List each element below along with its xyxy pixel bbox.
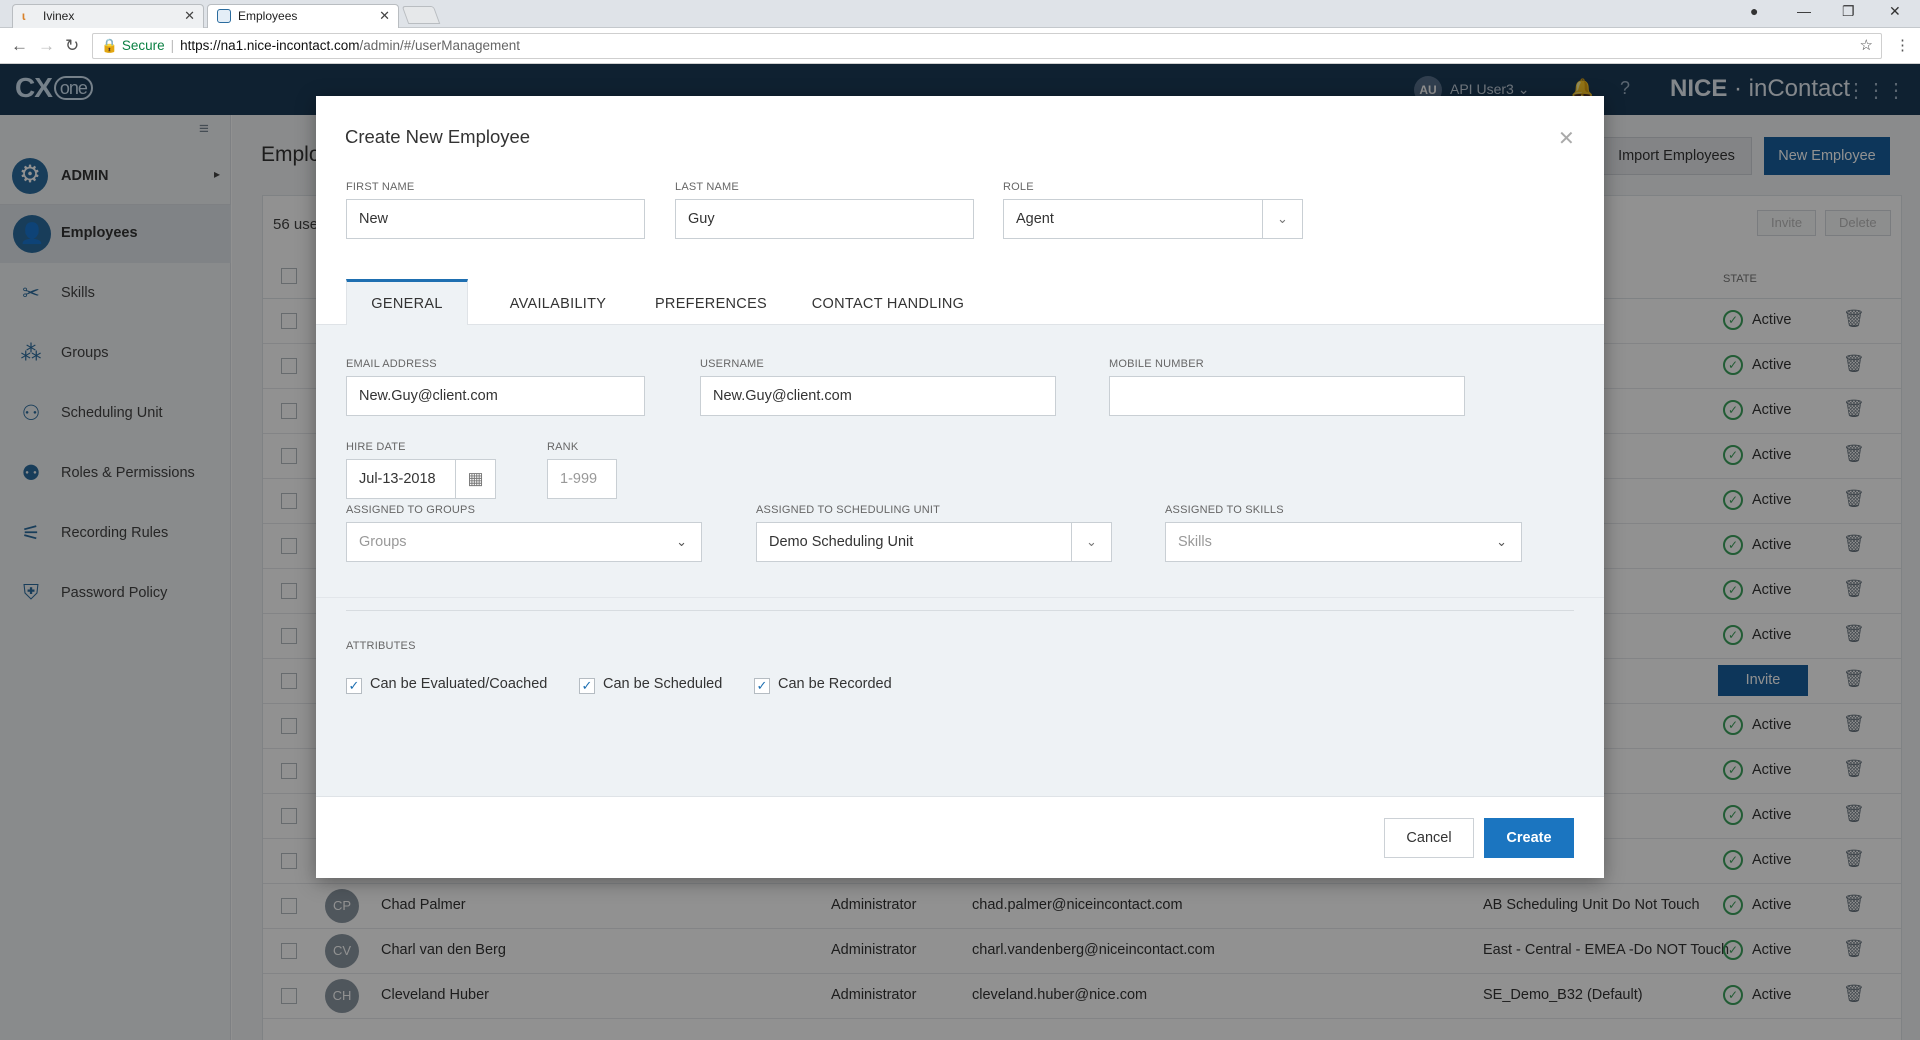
url-host: https://na1.nice-incontact.com [180, 38, 360, 53]
skills-select[interactable]: Skills ⌄ [1165, 522, 1522, 562]
browser-menu-icon[interactable]: ⋮ [1895, 36, 1910, 54]
bookmark-star-icon[interactable]: ☆ [1860, 34, 1873, 58]
browser-tab-employees[interactable]: Employees ✕ [207, 4, 399, 28]
tab-general[interactable]: GENERAL [346, 279, 468, 326]
new-tab-button[interactable] [401, 6, 441, 24]
profile-icon[interactable]: ● [1750, 3, 1758, 19]
mobile-label: MOBILE NUMBER [1109, 358, 1204, 370]
groups-placeholder: Groups [359, 534, 407, 550]
close-tab-icon[interactable]: ✕ [379, 5, 390, 27]
close-tab-icon[interactable]: ✕ [184, 5, 195, 27]
chevron-down-icon[interactable]: ⌄ [1071, 523, 1111, 561]
tab-availability[interactable]: AVAILABILITY [492, 279, 624, 326]
close-icon[interactable]: ✕ [1558, 126, 1575, 151]
cloud-favicon-icon [217, 9, 231, 23]
last-name-field[interactable]: Guy [675, 199, 974, 239]
rank-label: RANK [547, 441, 579, 453]
address-bar: ← → ↻ 🔒 Secure | https://na1.nice-incontact… [0, 28, 1920, 64]
modal-title: Create New Employee [345, 126, 531, 147]
first-name-label: FIRST NAME [346, 181, 415, 193]
window-close-icon[interactable]: ✕ [1889, 3, 1901, 20]
modal-footer: Cancel Create [316, 796, 1604, 878]
attributes-label: ATTRIBUTES [346, 640, 416, 652]
url-path: /admin/#/userManagement [359, 38, 521, 53]
modal-tabs: GENERAL AVAILABILITY PREFERENCES CONTACT… [316, 279, 1604, 326]
scheduling-unit-value: Demo Scheduling Unit [769, 534, 914, 550]
groups-select[interactable]: Groups ⌄ [346, 522, 702, 562]
tab-title: Employees [238, 9, 298, 23]
minimize-icon[interactable]: — [1797, 3, 1811, 19]
url-input[interactable]: 🔒 Secure | https://na1.nice-incontact.com/a… [92, 33, 1882, 59]
attr-evaluated-checkbox[interactable]: ✓ Can be Evaluated/Coached [346, 676, 547, 694]
username-field[interactable]: New.Guy@client.com [700, 376, 1056, 416]
create-employee-modal: Create New Employee ✕ FIRST NAME New LAS… [316, 96, 1604, 878]
email-field[interactable]: New.Guy@client.com [346, 376, 645, 416]
role-select[interactable]: Agent ⌄ [1003, 199, 1303, 239]
groups-label: ASSIGNED TO GROUPS [346, 504, 476, 516]
lock-icon: 🔒 [101, 38, 118, 53]
ivinex-favicon-icon: ɩ [22, 9, 26, 23]
forward-arrow-icon[interactable]: → [38, 36, 55, 56]
role-label: ROLE [1003, 181, 1034, 193]
role-value: Agent [1016, 211, 1054, 227]
cancel-button[interactable]: Cancel [1384, 818, 1474, 858]
last-name-label: LAST NAME [675, 181, 739, 193]
chevron-down-icon[interactable]: ⌄ [1496, 523, 1507, 561]
chevron-down-icon[interactable]: ⌄ [676, 523, 687, 561]
calendar-icon[interactable]: ▦ [455, 460, 495, 498]
checkmark-icon: ✓ [579, 678, 595, 694]
hire-date-field[interactable]: Jul-13-2018 ▦ [346, 459, 496, 499]
divider [346, 610, 1574, 611]
restore-icon[interactable]: ❐ [1842, 3, 1855, 20]
browser-tab-bar: ɩ Ivinex ✕ Employees ✕ ● — ❐ ✕ [0, 0, 1920, 28]
attr-scheduled-checkbox[interactable]: ✓ Can be Scheduled [579, 676, 722, 694]
reload-icon[interactable]: ↻ [65, 36, 79, 56]
hire-date-label: HIRE DATE [346, 441, 406, 453]
general-tab-panel: EMAIL ADDRESS New.Guy@client.com USERNAM… [316, 325, 1604, 796]
create-button[interactable]: Create [1484, 818, 1574, 858]
browser-tab-ivinex[interactable]: ɩ Ivinex ✕ [12, 4, 204, 28]
tab-preferences[interactable]: PREFERENCES [646, 279, 776, 326]
back-arrow-icon[interactable]: ← [11, 36, 28, 56]
url-separator: | [170, 38, 175, 53]
first-name-field[interactable]: New [346, 199, 645, 239]
username-label: USERNAME [700, 358, 764, 370]
skills-placeholder: Skills [1178, 534, 1212, 550]
tab-contact-handling[interactable]: CONTACT HANDLING [798, 279, 978, 326]
rank-field[interactable]: 1-999 [547, 459, 617, 499]
scheduling-unit-select[interactable]: Demo Scheduling Unit ⌄ [756, 522, 1112, 562]
attr-recorded-checkbox[interactable]: ✓ Can be Recorded [754, 676, 892, 694]
scheduling-unit-label: ASSIGNED TO SCHEDULING UNIT [756, 504, 941, 516]
email-label: EMAIL ADDRESS [346, 358, 437, 370]
checkmark-icon: ✓ [754, 678, 770, 694]
mobile-number-field[interactable] [1109, 376, 1465, 416]
checkmark-icon: ✓ [346, 678, 362, 694]
skills-label: ASSIGNED TO SKILLS [1165, 504, 1284, 516]
tab-title: Ivinex [43, 9, 75, 23]
hire-date-value: Jul-13-2018 [359, 471, 436, 487]
chevron-down-icon[interactable]: ⌄ [1262, 200, 1302, 238]
secure-label: Secure [121, 38, 165, 53]
divider [316, 597, 1604, 598]
